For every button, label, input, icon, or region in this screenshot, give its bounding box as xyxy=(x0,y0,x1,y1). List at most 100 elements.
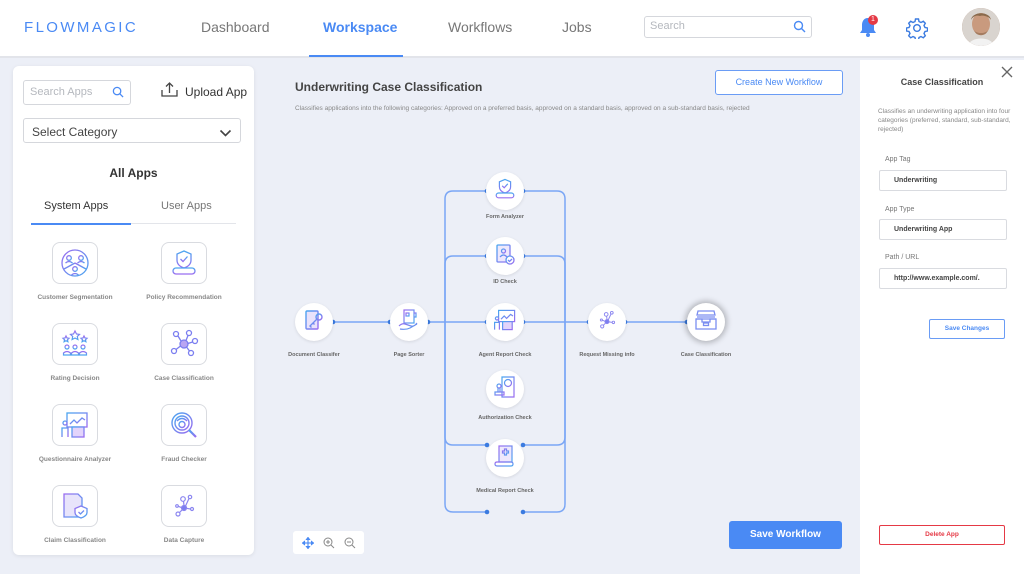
app-tile-data-capture[interactable]: Data Capture xyxy=(129,485,239,544)
save-changes-button[interactable]: Save Changes xyxy=(929,319,1005,339)
node-request-missing-info[interactable] xyxy=(588,303,626,341)
brand-logo[interactable]: FLOWMAGIC xyxy=(24,19,138,36)
nav-dashboard[interactable]: Dashboard xyxy=(201,19,270,35)
app-tile-fraud-checker[interactable]: Fraud Checker xyxy=(129,404,239,463)
node-form-analyzer[interactable] xyxy=(486,172,524,210)
global-search-input[interactable] xyxy=(650,20,790,32)
active-tab-indicator xyxy=(31,223,131,225)
app-name: Policy Recommendation xyxy=(146,294,222,301)
app-name: Data Capture xyxy=(163,537,205,544)
document-classifier-icon xyxy=(303,309,325,336)
node-agent-report-check[interactable] xyxy=(486,303,524,341)
zoom-out-icon[interactable] xyxy=(344,537,356,549)
form-analyzer-icon xyxy=(493,177,517,206)
node-medical-report-check[interactable] xyxy=(486,439,524,477)
fraud-checker-icon xyxy=(161,404,207,446)
app-name: Rating Decision xyxy=(50,375,100,382)
edge-auth-merge xyxy=(523,322,566,446)
app-name: Fraud Checker xyxy=(161,456,207,463)
medical-report-icon xyxy=(494,444,516,473)
edge-split-auth xyxy=(444,322,487,446)
search-icon[interactable] xyxy=(112,85,124,103)
customer-segmentation-icon xyxy=(52,242,98,284)
upload-app-button[interactable]: Upload App xyxy=(161,82,247,102)
app-search-input[interactable] xyxy=(30,86,110,98)
node-label-form-analyzer: Form Analyzer xyxy=(485,214,524,220)
page-sorter-icon xyxy=(397,308,421,337)
path-url-label: Path / URL xyxy=(885,254,920,261)
category-select-value: Select Category xyxy=(32,125,118,139)
node-case-classification[interactable] xyxy=(687,303,725,341)
app-library-panel: Upload App Select Category All Apps Syst… xyxy=(13,66,254,555)
app-name: Case Classification xyxy=(154,375,214,382)
gear-icon[interactable] xyxy=(905,17,929,44)
move-icon[interactable] xyxy=(301,536,314,549)
delete-app-button[interactable]: Delete App xyxy=(879,525,1005,545)
all-apps-heading: All Apps xyxy=(109,166,158,180)
node-label-request-missing-info: Request Missing info xyxy=(579,352,635,358)
app-name: Claim Classification xyxy=(44,537,106,544)
questionnaire-analyzer-icon xyxy=(52,404,98,446)
app-tile-case-classification[interactable]: Case Classification xyxy=(129,323,239,382)
upload-icon xyxy=(161,82,178,102)
tab-system-apps[interactable]: System Apps xyxy=(44,200,108,212)
app-details-panel: Case Classification Classifies an underw… xyxy=(860,60,1024,574)
app-tile-rating-decision[interactable]: Rating Decision xyxy=(20,323,130,382)
details-description: Classifies an underwriting application i… xyxy=(878,108,1011,133)
node-id-check[interactable] xyxy=(486,237,524,275)
authorization-check-icon xyxy=(494,375,516,404)
app-tile-questionnaire-analyzer[interactable]: Questionnaire Analyzer xyxy=(20,404,130,463)
app-tile-claim-classification[interactable]: Claim Classification xyxy=(20,485,130,544)
id-check-icon xyxy=(494,241,516,271)
node-label-medical-report-check: Medical Report Check xyxy=(476,488,534,494)
node-label-agent-report-check: Agent Report Check xyxy=(478,352,532,358)
node-document-classifier[interactable] xyxy=(295,303,333,341)
app-name: Customer Segmentation xyxy=(37,294,113,301)
edge-split-id xyxy=(444,255,487,322)
save-workflow-button[interactable]: Save Workflow xyxy=(729,521,842,549)
details-title: Case Classification xyxy=(900,77,984,87)
app-tile-policy-recommendation[interactable]: Policy Recommendation xyxy=(129,242,239,301)
notification-badge: 1 xyxy=(868,15,878,25)
app-root: FLOWMAGIC Dashboard Workspace Workflows … xyxy=(0,0,1024,574)
canvas-toolbar xyxy=(293,531,364,554)
nav-workflows[interactable]: Workflows xyxy=(448,19,512,35)
node-page-sorter[interactable] xyxy=(390,303,428,341)
app-search-box xyxy=(23,80,131,105)
case-classification-icon xyxy=(161,323,207,365)
path-url-field[interactable]: http://www.example.com/. xyxy=(879,268,1007,289)
node-label-document-classifier: Document Classifer xyxy=(288,352,340,358)
nav-workspace[interactable]: Workspace xyxy=(323,19,397,35)
node-label-authorization-check: Authorization Check xyxy=(478,415,532,421)
node-label-case-classification: Case Classification xyxy=(680,352,732,358)
app-tag-field[interactable]: Underwriting xyxy=(879,170,1007,191)
workflow-connectors xyxy=(330,188,690,515)
chevron-down-icon xyxy=(219,125,232,143)
search-icon[interactable] xyxy=(793,20,806,38)
rating-decision-icon xyxy=(52,323,98,365)
app-name: Questionnaire Analyzer xyxy=(38,456,112,463)
category-select[interactable]: Select Category xyxy=(23,118,241,143)
app-type-field[interactable]: Underwriting App xyxy=(879,219,1007,240)
node-authorization-check[interactable] xyxy=(486,370,524,408)
request-missing-info-icon xyxy=(595,308,619,337)
workflow-canvas[interactable]: Underwriting Case Classification Classif… xyxy=(280,60,858,574)
zoom-in-icon[interactable] xyxy=(323,537,335,549)
edge-id-merge xyxy=(523,255,566,322)
active-nav-indicator xyxy=(309,55,403,57)
top-navbar: FLOWMAGIC Dashboard Workspace Workflows … xyxy=(0,0,1024,58)
case-classification-icon xyxy=(694,309,718,336)
upload-app-label: Upload App xyxy=(185,85,248,99)
app-type-label: App Type xyxy=(885,206,915,213)
nav-jobs[interactable]: Jobs xyxy=(562,19,592,35)
data-capture-icon xyxy=(161,485,207,527)
app-tag-label: App Tag xyxy=(885,156,911,163)
global-search xyxy=(644,16,812,38)
agent-report-icon xyxy=(493,308,517,337)
app-tile-customer-segmentation[interactable]: Customer Segmentation xyxy=(20,242,130,301)
node-label-id-check: ID Check xyxy=(493,279,517,285)
tab-user-apps[interactable]: User Apps xyxy=(161,200,212,212)
policy-recommendation-icon xyxy=(161,242,207,284)
claim-classification-icon xyxy=(52,485,98,527)
user-avatar[interactable] xyxy=(962,8,1000,46)
